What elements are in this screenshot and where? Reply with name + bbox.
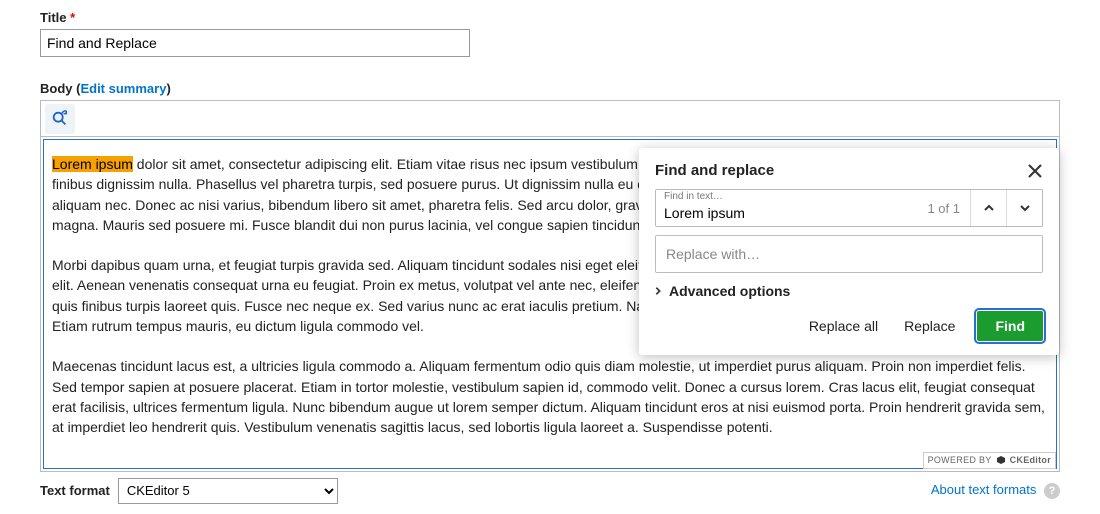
advanced-options-toggle[interactable]: Advanced options — [653, 283, 1043, 299]
next-match-button[interactable] — [1006, 190, 1042, 226]
close-button[interactable] — [1027, 163, 1043, 179]
replace-row — [655, 235, 1043, 273]
find-row: Find in text… 1 of 1 — [655, 189, 1043, 227]
advanced-options-label: Advanced options — [669, 283, 790, 299]
chevron-right-icon — [653, 286, 663, 296]
find-replace-toolbar-button[interactable] — [45, 104, 75, 134]
paragraph-3: Maecenas tincidunt lacus est, a ultricie… — [52, 356, 1048, 437]
title-input[interactable] — [40, 29, 470, 57]
powered-by-text: POWERED BY — [928, 454, 992, 467]
editor-toolbar — [41, 101, 1059, 137]
chevron-up-icon — [983, 202, 995, 214]
text-format-select[interactable]: CKEditor 5 — [118, 478, 338, 504]
find-button[interactable]: Find — [977, 311, 1043, 341]
title-label: Title * — [40, 10, 1060, 25]
powered-by-badge[interactable]: POWERED BY CKEditor — [923, 452, 1056, 469]
chevron-down-icon — [1019, 202, 1031, 214]
find-replace-dialog: Find and replace Find in text… 1 of 1 Ad… — [639, 148, 1059, 355]
help-icon[interactable]: ? — [1044, 483, 1060, 499]
required-marker: * — [70, 10, 75, 25]
ckeditor-brand-text: CKEditor — [1010, 454, 1051, 467]
dialog-button-row: Replace all Replace Find — [639, 311, 1059, 341]
body-label-text: Body — [40, 81, 73, 96]
close-icon — [1027, 163, 1043, 179]
ckeditor-logo-icon — [996, 455, 1006, 465]
match-count: 1 of 1 — [927, 201, 970, 216]
replace-button[interactable]: Replace — [900, 312, 959, 340]
replace-all-button[interactable]: Replace all — [805, 312, 882, 340]
prev-match-button[interactable] — [970, 190, 1006, 226]
find-replace-icon — [51, 110, 69, 128]
highlighted-match: Lorem ipsum — [52, 156, 133, 172]
body-label: Body (Edit summary) — [40, 81, 1060, 96]
dialog-title: Find and replace — [655, 162, 774, 179]
title-label-text: Title — [40, 10, 67, 25]
about-text-formats-link[interactable]: About text formats — [931, 482, 1037, 497]
text-format-label: Text format — [40, 483, 110, 498]
format-bar: Text format CKEditor 5 About text format… — [40, 478, 1060, 504]
find-floating-label: Find in text… — [664, 191, 723, 202]
edit-summary-link[interactable]: Edit summary — [80, 81, 166, 96]
replace-input[interactable] — [656, 236, 1042, 272]
